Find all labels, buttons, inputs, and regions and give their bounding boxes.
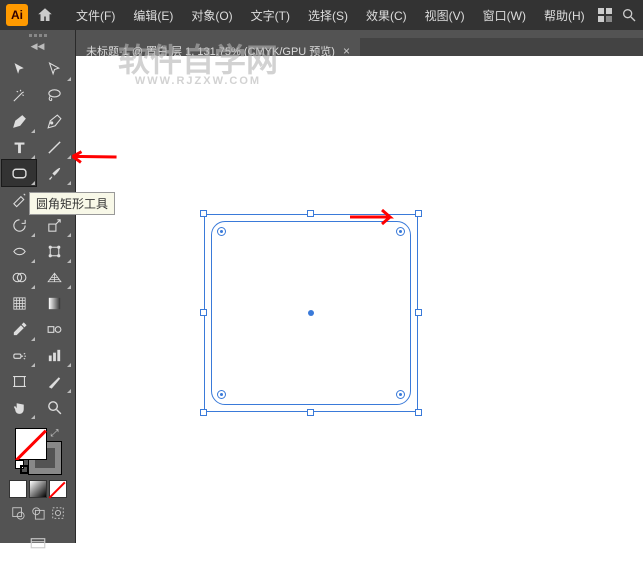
corner-widget-bottom-left[interactable]: [217, 390, 226, 399]
canvas-area: 未标题-1 @ 置白 层 1, 131.75% (CMYK/GPU 预览) ×: [76, 30, 643, 543]
color-mode-gradient[interactable]: [29, 480, 47, 498]
rotate-tool[interactable]: [2, 212, 36, 238]
center-point: [308, 310, 314, 316]
handle-bottom-right[interactable]: [415, 409, 422, 416]
artboard-tool[interactable]: [2, 368, 36, 394]
width-tool[interactable]: [2, 238, 36, 264]
direct-selection-tool[interactable]: [38, 56, 72, 82]
default-fill-stroke-icon[interactable]: [15, 460, 29, 474]
gradient-tool[interactable]: [38, 290, 72, 316]
column-graph-tool[interactable]: [38, 342, 72, 368]
color-mode-none[interactable]: [49, 480, 67, 498]
perspective-grid-tool[interactable]: [38, 264, 72, 290]
type-tool[interactable]: [2, 134, 36, 160]
corner-widget-bottom-right[interactable]: [396, 390, 405, 399]
slice-tool[interactable]: [38, 368, 72, 394]
handle-top-left[interactable]: [200, 210, 207, 217]
draw-inside-icon[interactable]: [49, 504, 67, 522]
corner-widget-top-left[interactable]: [217, 227, 226, 236]
eyedropper-tool[interactable]: [2, 316, 36, 342]
blend-tool[interactable]: [38, 316, 72, 342]
menu-type[interactable]: 文字(T): [243, 3, 298, 28]
menu-effect[interactable]: 效果(C): [358, 3, 415, 28]
tools-panel: ◀◀: [0, 30, 76, 543]
handle-middle-right[interactable]: [415, 309, 422, 316]
shape-builder-tool[interactable]: [2, 264, 36, 290]
handle-bottom-left[interactable]: [200, 409, 207, 416]
handle-middle-left[interactable]: [200, 309, 207, 316]
magic-wand-tool[interactable]: [2, 82, 36, 108]
panel-grip[interactable]: [0, 34, 75, 37]
app-logo: Ai: [6, 4, 28, 26]
hand-tool[interactable]: [2, 394, 36, 420]
collapse-panel-icon[interactable]: ◀◀: [0, 39, 75, 54]
free-transform-tool[interactable]: [38, 238, 72, 264]
menu-bar: Ai 文件(F) 编辑(E) 对象(O) 文字(T) 选择(S) 效果(C) 视…: [0, 0, 643, 30]
home-icon[interactable]: [36, 6, 54, 24]
menu-select[interactable]: 选择(S): [300, 3, 356, 28]
handle-top-middle[interactable]: [307, 210, 314, 217]
workspace-switcher-icon[interactable]: [597, 7, 613, 23]
symbol-sprayer-tool[interactable]: [2, 342, 36, 368]
control-bar: [76, 30, 643, 38]
artboard[interactable]: [76, 56, 643, 543]
menu-object[interactable]: 对象(O): [183, 3, 240, 28]
menu-edit[interactable]: 编辑(E): [125, 3, 181, 28]
pen-tool[interactable]: [2, 108, 36, 134]
fill-stroke-control[interactable]: ⤢: [15, 428, 61, 474]
color-mode-solid[interactable]: [9, 480, 27, 498]
curvature-tool[interactable]: [38, 108, 72, 134]
zoom-tool[interactable]: [38, 394, 72, 420]
menu-file[interactable]: 文件(F): [68, 3, 123, 28]
search-icon[interactable]: [621, 7, 637, 23]
handle-bottom-middle[interactable]: [307, 409, 314, 416]
handle-top-right[interactable]: [415, 210, 422, 217]
selection-tool[interactable]: [2, 56, 36, 82]
selected-shape[interactable]: [204, 214, 418, 412]
rounded-rectangle-tool[interactable]: [2, 160, 36, 186]
screen-mode-icon[interactable]: [22, 532, 54, 556]
menu-window[interactable]: 窗口(W): [475, 3, 534, 28]
annotation-arrow-2: [348, 202, 398, 237]
tool-tooltip: 圆角矩形工具: [29, 192, 115, 215]
draw-normal-icon[interactable]: [9, 504, 27, 522]
lasso-tool[interactable]: [38, 82, 72, 108]
fill-swatch[interactable]: [15, 428, 47, 460]
mesh-tool[interactable]: [2, 290, 36, 316]
scale-tool[interactable]: [38, 212, 72, 238]
draw-behind-icon[interactable]: [29, 504, 47, 522]
swap-fill-stroke-icon[interactable]: ⤢: [51, 428, 59, 439]
menu-help[interactable]: 帮助(H): [536, 3, 593, 28]
menu-view[interactable]: 视图(V): [417, 3, 473, 28]
